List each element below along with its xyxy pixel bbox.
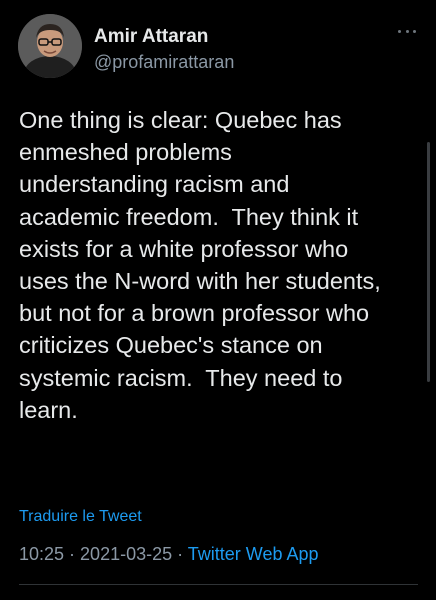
scrollbar[interactable] (427, 142, 430, 382)
meta-separator: · (64, 544, 81, 564)
tweet-source-app[interactable]: Twitter Web App (188, 544, 319, 564)
tweet-header: Amir Attaran @profamirattaran (18, 14, 436, 84)
more-dot (405, 29, 409, 33)
more-dot (398, 29, 401, 33)
translate-tweet-link[interactable]: Traduire le Tweet (19, 508, 142, 526)
divider (19, 584, 418, 585)
meta-separator: · (172, 544, 188, 564)
avatar[interactable] (18, 14, 82, 78)
tweet-date[interactable]: 2021-03-25 (80, 544, 172, 564)
author-handle[interactable]: @profamirattaran (94, 52, 234, 73)
tweet-time[interactable]: 10:25 (19, 544, 64, 564)
more-dot (413, 29, 416, 33)
more-horizontal-icon[interactable] (398, 28, 416, 34)
tweet-text: One thing is clear: Quebec has enmeshed … (19, 107, 381, 423)
tweet-meta: 10:25 · 2021-03-25 · Twitter Web App (19, 544, 319, 565)
avatar-image (18, 14, 82, 78)
author-name[interactable]: Amir Attaran (94, 26, 208, 48)
